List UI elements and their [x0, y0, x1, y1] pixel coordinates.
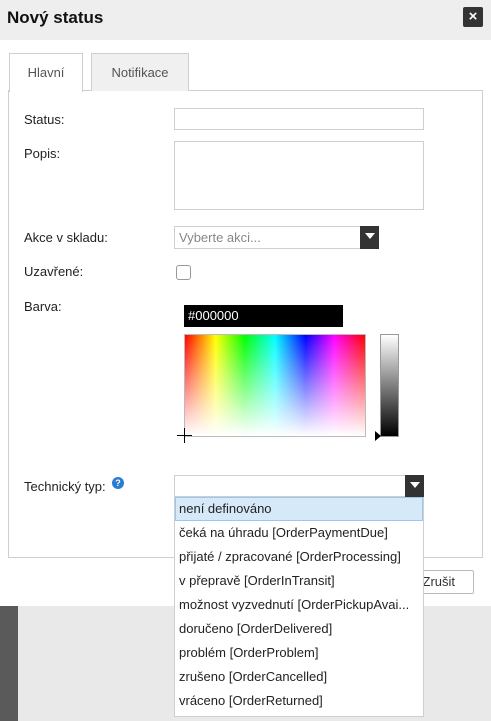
tech-type-label: Technický typ: — [24, 479, 106, 494]
stock-action-placeholder: Vyberte akci... — [179, 230, 261, 245]
chevron-down-icon[interactable] — [360, 226, 379, 249]
dropdown-option[interactable]: doručeno [OrderDelivered] — [175, 617, 423, 641]
dialog-titlebar: Nový status × — [0, 0, 491, 40]
dropdown-option[interactable]: vráceno [OrderReturned] — [175, 689, 423, 713]
stock-action-label: Akce v skladu: — [24, 230, 108, 245]
description-textarea[interactable] — [174, 141, 424, 210]
dialog-title: Nový status — [7, 8, 104, 27]
status-input[interactable] — [174, 108, 424, 130]
color-label: Barva: — [24, 299, 62, 314]
close-icon[interactable]: × — [463, 7, 483, 27]
dropdown-option[interactable]: zrušeno [OrderCancelled] — [175, 665, 423, 689]
tech-type-select[interactable] — [174, 475, 424, 497]
tech-type-dropdown: není definováno čeká na úhradu [OrderPay… — [174, 497, 424, 717]
dropdown-option[interactable]: čeká na úhradu [OrderPaymentDue] — [175, 521, 423, 545]
stock-action-select[interactable]: Vyberte akci... — [174, 226, 379, 249]
dropdown-option[interactable]: možnost vyzvednutí [OrderPickupAvai... — [175, 593, 423, 617]
closed-checkbox[interactable] — [176, 265, 191, 280]
tab-notifications[interactable]: Notifikace — [91, 53, 189, 91]
dropdown-option[interactable]: přijaté / zpracované [OrderProcessing] — [175, 545, 423, 569]
color-crosshair-v — [184, 428, 185, 443]
chevron-down-icon[interactable] — [405, 475, 424, 497]
help-icon[interactable]: ? — [112, 477, 124, 489]
dropdown-option[interactable]: v přepravě [OrderInTransit] — [175, 569, 423, 593]
color-palette[interactable] — [184, 334, 366, 437]
description-label: Popis: — [24, 146, 61, 161]
brightness-slider[interactable] — [380, 334, 399, 437]
tab-main[interactable]: Hlavní — [9, 53, 83, 92]
color-hex-field[interactable]: #000000 — [184, 305, 343, 327]
dropdown-option[interactable]: problém [OrderProblem] — [175, 641, 423, 665]
closed-label: Uzavřené: — [24, 264, 84, 279]
dropdown-option[interactable]: není definováno — [175, 497, 423, 521]
brightness-marker-icon[interactable] — [375, 431, 381, 441]
status-label: Status: — [24, 112, 65, 127]
